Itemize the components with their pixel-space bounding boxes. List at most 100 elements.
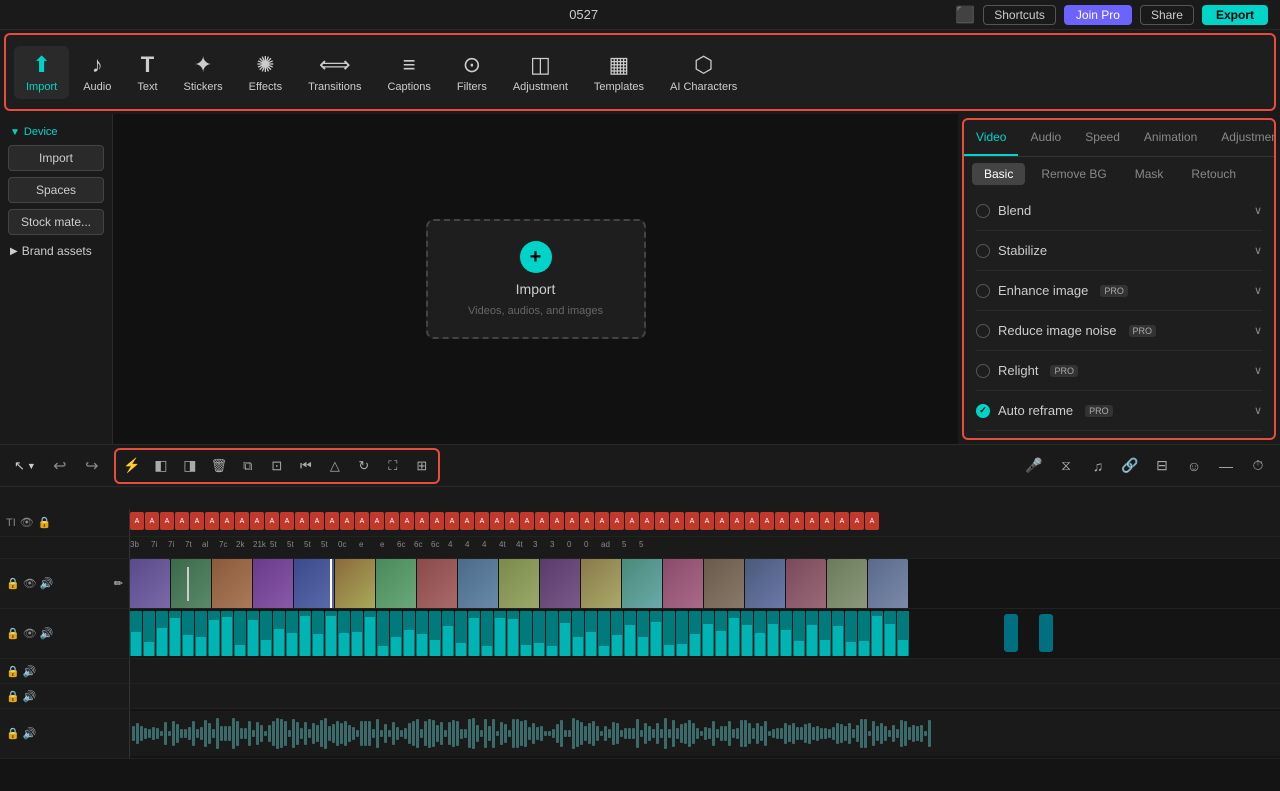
play-reverse-button[interactable]: ⏮ [292, 452, 320, 480]
track-content-main-audio[interactable]: for(let i=0;i<200;i++){ const h = Math.r… [130, 709, 1280, 758]
replace-button[interactable]: ⊞ [408, 452, 436, 480]
select-chevron-icon: ▼ [27, 461, 36, 471]
tab-speed[interactable]: Speed [1073, 120, 1132, 156]
toolbar-item-stickers[interactable]: ✦ Stickers [172, 46, 235, 99]
import-drop-area[interactable]: + Import Videos, audios, and images [426, 219, 646, 339]
screen-icon[interactable]: ⬛ [955, 5, 975, 25]
sub-tabs: Basic Remove BG Mask Retouch [964, 157, 1274, 191]
rotate-button[interactable]: ↻ [350, 452, 378, 480]
adjustment-label: Adjustment [513, 81, 568, 93]
split-at-playhead-button[interactable]: ⚡ [118, 452, 146, 480]
track-lock-main-audio[interactable]: 🔒 [6, 727, 20, 740]
mic-button[interactable]: 🎤 [1020, 452, 1048, 480]
track-lock-text[interactable]: 🔒 [38, 516, 52, 529]
tab-adjustment[interactable]: Adjustmen [1209, 120, 1274, 156]
sidebar-item-brand-assets[interactable]: ▶ Brand assets [0, 238, 112, 264]
relight-toggle[interactable] [976, 364, 990, 378]
panel-row-relight: Relight PRO ∨ [976, 351, 1262, 391]
relight-chevron[interactable]: ∨ [1254, 364, 1262, 377]
toolbar-item-transitions[interactable]: ⟺ Transitions [296, 46, 373, 99]
toolbar-item-adjustment[interactable]: ◫ Adjustment [501, 46, 580, 99]
split-right-button[interactable]: ◨ [176, 452, 204, 480]
captions-icon: ≡ [403, 52, 416, 78]
timer-button[interactable]: ⏱ [1244, 452, 1272, 480]
flip-button[interactable]: △ [321, 452, 349, 480]
sub-tab-mask[interactable]: Mask [1123, 163, 1176, 185]
track-visibility-text[interactable]: 👁 [20, 516, 34, 529]
sidebar-item-import[interactable]: Import [8, 145, 104, 171]
sidebar-item-spaces[interactable]: Spaces [8, 177, 104, 203]
toolbar-item-captions[interactable]: ≡ Captions [375, 46, 442, 99]
sub-tab-remove-bg[interactable]: Remove BG [1029, 163, 1118, 185]
chevron-down-icon: ▼ [10, 127, 20, 138]
split-left-button[interactable]: ◧ [147, 452, 175, 480]
track-visibility-video[interactable]: 👁 [23, 577, 37, 590]
auto-reframe-chevron[interactable]: ∨ [1254, 404, 1262, 417]
tab-animation[interactable]: Animation [1132, 120, 1209, 156]
toolbar-item-ai-characters[interactable]: ⬡ AI Characters [658, 46, 749, 99]
tab-audio[interactable]: Audio [1018, 120, 1073, 156]
redo-button[interactable]: ↪ [78, 452, 106, 480]
crop-button[interactable]: ⛶ [379, 452, 407, 480]
sub-tab-retouch[interactable]: Retouch [1179, 163, 1248, 185]
track-content-text: document.write(Array(50).fill('<div styl… [130, 509, 1280, 536]
toolbar-item-filters[interactable]: ⊙ Filters [445, 46, 499, 99]
toolbar-item-text[interactable]: T Text [125, 46, 169, 99]
track-lock-video[interactable]: 🔒 [6, 577, 20, 590]
link-button[interactable]: 🔗 [1116, 452, 1144, 480]
paste-button[interactable]: ⊡ [263, 452, 291, 480]
track-volume-audio1[interactable]: 🔊 [40, 627, 54, 640]
sidebar-device-header[interactable]: ▼ Device [0, 122, 112, 142]
track-edit-video[interactable]: ✏ [114, 577, 123, 590]
toolbar-item-audio[interactable]: ♪ Audio [71, 46, 123, 99]
track-lock-audio1[interactable]: 🔒 [6, 627, 20, 640]
filters-icon: ⊙ [463, 52, 481, 78]
track-content-audio1[interactable]: for(let i=0;i<60;i++){ document.write('<… [130, 609, 1280, 658]
toolbar: ⬆ Import ♪ Audio T Text ✦ Stickers ✺ Eff… [4, 33, 1276, 111]
preview-area: + Import Videos, audios, and images [113, 114, 958, 444]
audio-track-button[interactable]: ♫ [1084, 452, 1112, 480]
blend-toggle[interactable] [976, 204, 990, 218]
shortcuts-button[interactable]: Shortcuts [983, 5, 1056, 25]
track-content-3[interactable] [130, 659, 1280, 683]
track-lock-3[interactable]: 🔒 [6, 665, 20, 678]
toolbar-item-templates[interactable]: ▦ Templates [582, 46, 656, 99]
track-volume-main-audio[interactable]: 🔊 [23, 727, 37, 740]
track-audio-video[interactable]: 🔊 [40, 577, 54, 590]
delete-button[interactable]: 🗑 [205, 452, 233, 480]
clip-speed-button[interactable]: ⧖ [1052, 452, 1080, 480]
enhance-toggle[interactable] [976, 284, 990, 298]
share-button[interactable]: Share [1140, 5, 1194, 25]
blend-chevron[interactable]: ∨ [1254, 204, 1262, 217]
dash-button[interactable]: — [1212, 452, 1240, 480]
toolbar-item-effects[interactable]: ✺ Effects [237, 46, 294, 99]
track-volume-3[interactable]: 🔊 [23, 665, 37, 678]
copy-button[interactable]: ⧉ [234, 452, 262, 480]
import-label: Import [26, 81, 57, 93]
sidebar-item-stock[interactable]: Stock mate... [8, 209, 104, 235]
track-volume-4[interactable]: 🔊 [23, 690, 37, 703]
track-content-4[interactable] [130, 684, 1280, 708]
reduce-noise-chevron[interactable]: ∨ [1254, 324, 1262, 337]
join-pro-button[interactable]: Join Pro [1064, 5, 1132, 25]
text-label: Text [137, 81, 157, 93]
auto-reframe-toggle[interactable]: ✓ [976, 404, 990, 418]
panel-tabs: Video Audio Speed Animation Adjustmen › [964, 120, 1274, 157]
transitions-icon: ⟺ [319, 52, 351, 78]
track-visibility-audio1[interactable]: 👁 [23, 627, 37, 640]
stabilize-toggle[interactable] [976, 244, 990, 258]
tab-video[interactable]: Video [964, 120, 1018, 156]
emoji-button[interactable]: ☺ [1180, 452, 1208, 480]
reduce-noise-toggle[interactable] [976, 324, 990, 338]
track-lock-4[interactable]: 🔒 [6, 690, 20, 703]
sub-tab-basic[interactable]: Basic [972, 163, 1025, 185]
enhance-chevron[interactable]: ∨ [1254, 284, 1262, 297]
relight-pro-badge: PRO [1050, 365, 1078, 377]
undo-button[interactable]: ↩ [46, 452, 74, 480]
select-tool[interactable]: ↖ ▼ [8, 454, 42, 478]
export-button[interactable]: Export [1202, 5, 1268, 25]
track-content-main-video[interactable] [130, 559, 1280, 608]
toolbar-item-import[interactable]: ⬆ Import [14, 46, 69, 99]
stabilize-chevron[interactable]: ∨ [1254, 244, 1262, 257]
split-view-button[interactable]: ⊟ [1148, 452, 1176, 480]
